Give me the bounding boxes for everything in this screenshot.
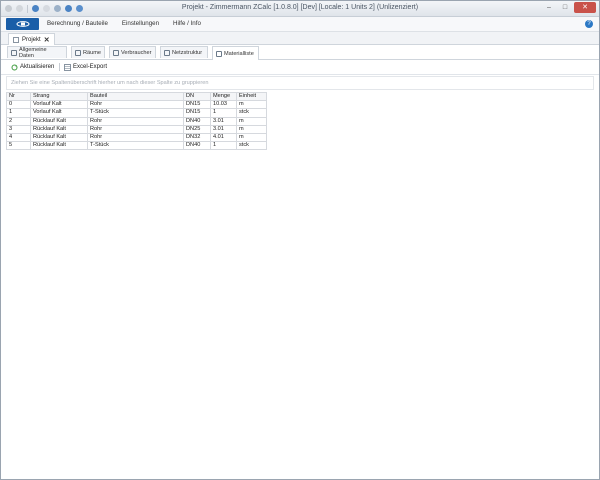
- tab-projekt[interactable]: Projekt ✕: [8, 33, 55, 45]
- title-bar[interactable]: Projekt - Zimmermann ZCalc [1.0.8.0] [De…: [1, 1, 599, 17]
- table-header-row: Nr Strang Bauteil DN Menge Einheit: [6, 91, 267, 102]
- cell-dn[interactable]: DN15: [183, 108, 211, 118]
- app-window: Projekt - Zimmermann ZCalc [1.0.8.0] [De…: [0, 0, 600, 480]
- table-row[interactable]: 0 Vorlauf Kalt Rohr DN15 10.03 m: [6, 100, 267, 110]
- maximize-button[interactable]: □: [558, 2, 572, 13]
- cell-menge[interactable]: 10.03: [210, 100, 237, 110]
- tab-verbraucher[interactable]: Verbraucher: [109, 46, 156, 58]
- cell-dn[interactable]: DN40: [183, 116, 211, 126]
- cell-einheit[interactable]: stck: [236, 108, 267, 118]
- help-icon[interactable]: ?: [585, 20, 593, 28]
- cell-bauteil[interactable]: Rohr: [87, 116, 184, 126]
- column-header-menge[interactable]: Menge: [210, 91, 237, 102]
- app-logo-icon: [16, 21, 29, 27]
- menu-bar: Berechnung / Bauteile Einstellungen Hilf…: [1, 17, 599, 32]
- consumer-icon: [113, 49, 119, 56]
- minimize-button[interactable]: –: [542, 2, 556, 13]
- cell-nr[interactable]: 4: [6, 133, 31, 143]
- cell-nr[interactable]: 5: [6, 141, 31, 151]
- excel-export-label: Excel-Export: [73, 64, 108, 70]
- tab-label: Allgemeine Daten: [18, 46, 47, 59]
- cell-menge[interactable]: 3.01: [210, 116, 237, 126]
- tab-label: Materialliste: [224, 50, 254, 57]
- refresh-label: Aktualisieren: [20, 64, 55, 70]
- cell-einheit[interactable]: m: [236, 133, 267, 143]
- cell-dn[interactable]: DN32: [183, 133, 211, 143]
- material-toolbar: Aktualisieren Excel-Export: [1, 60, 599, 75]
- close-tab-icon[interactable]: ✕: [44, 36, 50, 44]
- sheet-icon: [11, 49, 17, 56]
- main-menu: Berechnung / Bauteile Einstellungen Hilf…: [47, 20, 201, 27]
- close-button[interactable]: ✕: [574, 2, 596, 13]
- tab-label: Netzstruktur: [172, 49, 203, 56]
- material-table: Nr Strang Bauteil DN Menge Einheit 0 Vor…: [6, 91, 267, 151]
- column-header-nr[interactable]: Nr: [6, 91, 31, 102]
- cell-einheit[interactable]: m: [236, 116, 267, 126]
- cell-menge[interactable]: 3.01: [210, 124, 237, 135]
- list-icon: [216, 50, 222, 57]
- cell-strang[interactable]: Rücklauf Kalt: [30, 124, 88, 135]
- network-icon: [164, 49, 170, 56]
- cell-menge[interactable]: 4.01: [210, 133, 237, 143]
- cell-strang[interactable]: Rücklauf Kalt: [30, 141, 88, 151]
- cell-nr[interactable]: 0: [6, 100, 31, 110]
- cell-bauteil[interactable]: Rohr: [87, 133, 184, 143]
- table-row[interactable]: 1 Vorlauf Kalt T-Stück DN15 1 stck: [6, 108, 267, 118]
- cell-menge[interactable]: 1: [210, 141, 237, 151]
- tab-netzstruktur[interactable]: Netzstruktur: [160, 46, 208, 58]
- menu-hilfe[interactable]: Hilfe / Info: [173, 20, 201, 27]
- rooms-icon: [75, 49, 81, 56]
- cell-strang[interactable]: Vorlauf Kalt: [30, 108, 88, 118]
- tab-allgemeine-daten[interactable]: Allgemeine Daten: [7, 46, 67, 59]
- table-row[interactable]: 4 Rücklauf Kalt Rohr DN32 4.01 m: [6, 133, 267, 143]
- ribbon-tabs: Allgemeine Daten Räume Verbraucher Netzs…: [1, 45, 599, 60]
- cell-menge[interactable]: 1: [210, 108, 237, 118]
- column-header-bauteil[interactable]: Bauteil: [87, 91, 184, 102]
- cell-bauteil[interactable]: T-Stück: [87, 141, 184, 151]
- column-header-einheit[interactable]: Einheit: [236, 91, 267, 102]
- menu-berechnung[interactable]: Berechnung / Bauteile: [47, 20, 108, 27]
- cell-einheit[interactable]: m: [236, 124, 267, 135]
- document-icon: [13, 36, 19, 43]
- cell-nr[interactable]: 2: [6, 116, 31, 126]
- cell-nr[interactable]: 1: [6, 108, 31, 118]
- cell-strang[interactable]: Rücklauf Kalt: [30, 133, 88, 143]
- cell-nr[interactable]: 3: [6, 124, 31, 135]
- excel-export-button[interactable]: Excel-Export: [64, 62, 107, 72]
- menu-einstellungen[interactable]: Einstellungen: [122, 20, 159, 27]
- group-by-panel[interactable]: Ziehen Sie eine Spaltenüberschrift hierh…: [6, 76, 594, 90]
- refresh-button[interactable]: Aktualisieren: [11, 62, 54, 72]
- tab-label: Verbraucher: [121, 49, 152, 56]
- table-row[interactable]: 5 Rücklauf Kalt T-Stück DN40 1 stck: [6, 141, 267, 151]
- cell-einheit[interactable]: stck: [236, 141, 267, 151]
- cell-bauteil[interactable]: T-Stück: [87, 108, 184, 118]
- cell-dn[interactable]: DN15: [183, 100, 211, 110]
- cell-bauteil[interactable]: Rohr: [87, 124, 184, 135]
- refresh-icon: [11, 64, 18, 70]
- table-row[interactable]: 3 Rücklauf Kalt Rohr DN25 3.01 m: [6, 124, 267, 135]
- tab-label: Räume: [82, 49, 101, 56]
- tab-raeume[interactable]: Räume: [71, 46, 105, 58]
- cell-bauteil[interactable]: Rohr: [87, 100, 184, 110]
- cell-dn[interactable]: DN40: [183, 141, 211, 151]
- excel-icon: [64, 63, 71, 71]
- column-header-strang[interactable]: Strang: [30, 91, 88, 102]
- tab-label: Projekt: [22, 36, 41, 43]
- toolbar-separator: [59, 63, 60, 71]
- window-title: Projekt - Zimmermann ZCalc [1.0.8.0] [De…: [181, 4, 419, 11]
- column-header-dn[interactable]: DN: [183, 91, 211, 102]
- tab-materialliste[interactable]: Materialliste: [212, 46, 259, 60]
- application-menu-button[interactable]: [6, 18, 39, 30]
- cell-strang[interactable]: Rücklauf Kalt: [30, 116, 88, 126]
- cell-einheit[interactable]: m: [236, 100, 267, 110]
- document-tab-strip: Projekt ✕: [1, 32, 599, 45]
- window-controls: – □ ✕: [542, 2, 596, 13]
- cell-dn[interactable]: DN25: [183, 124, 211, 135]
- cell-strang[interactable]: Vorlauf Kalt: [30, 100, 88, 110]
- group-by-hint: Ziehen Sie eine Spaltenüberschrift hierh…: [11, 80, 209, 86]
- table-row[interactable]: 2 Rücklauf Kalt Rohr DN40 3.01 m: [6, 116, 267, 126]
